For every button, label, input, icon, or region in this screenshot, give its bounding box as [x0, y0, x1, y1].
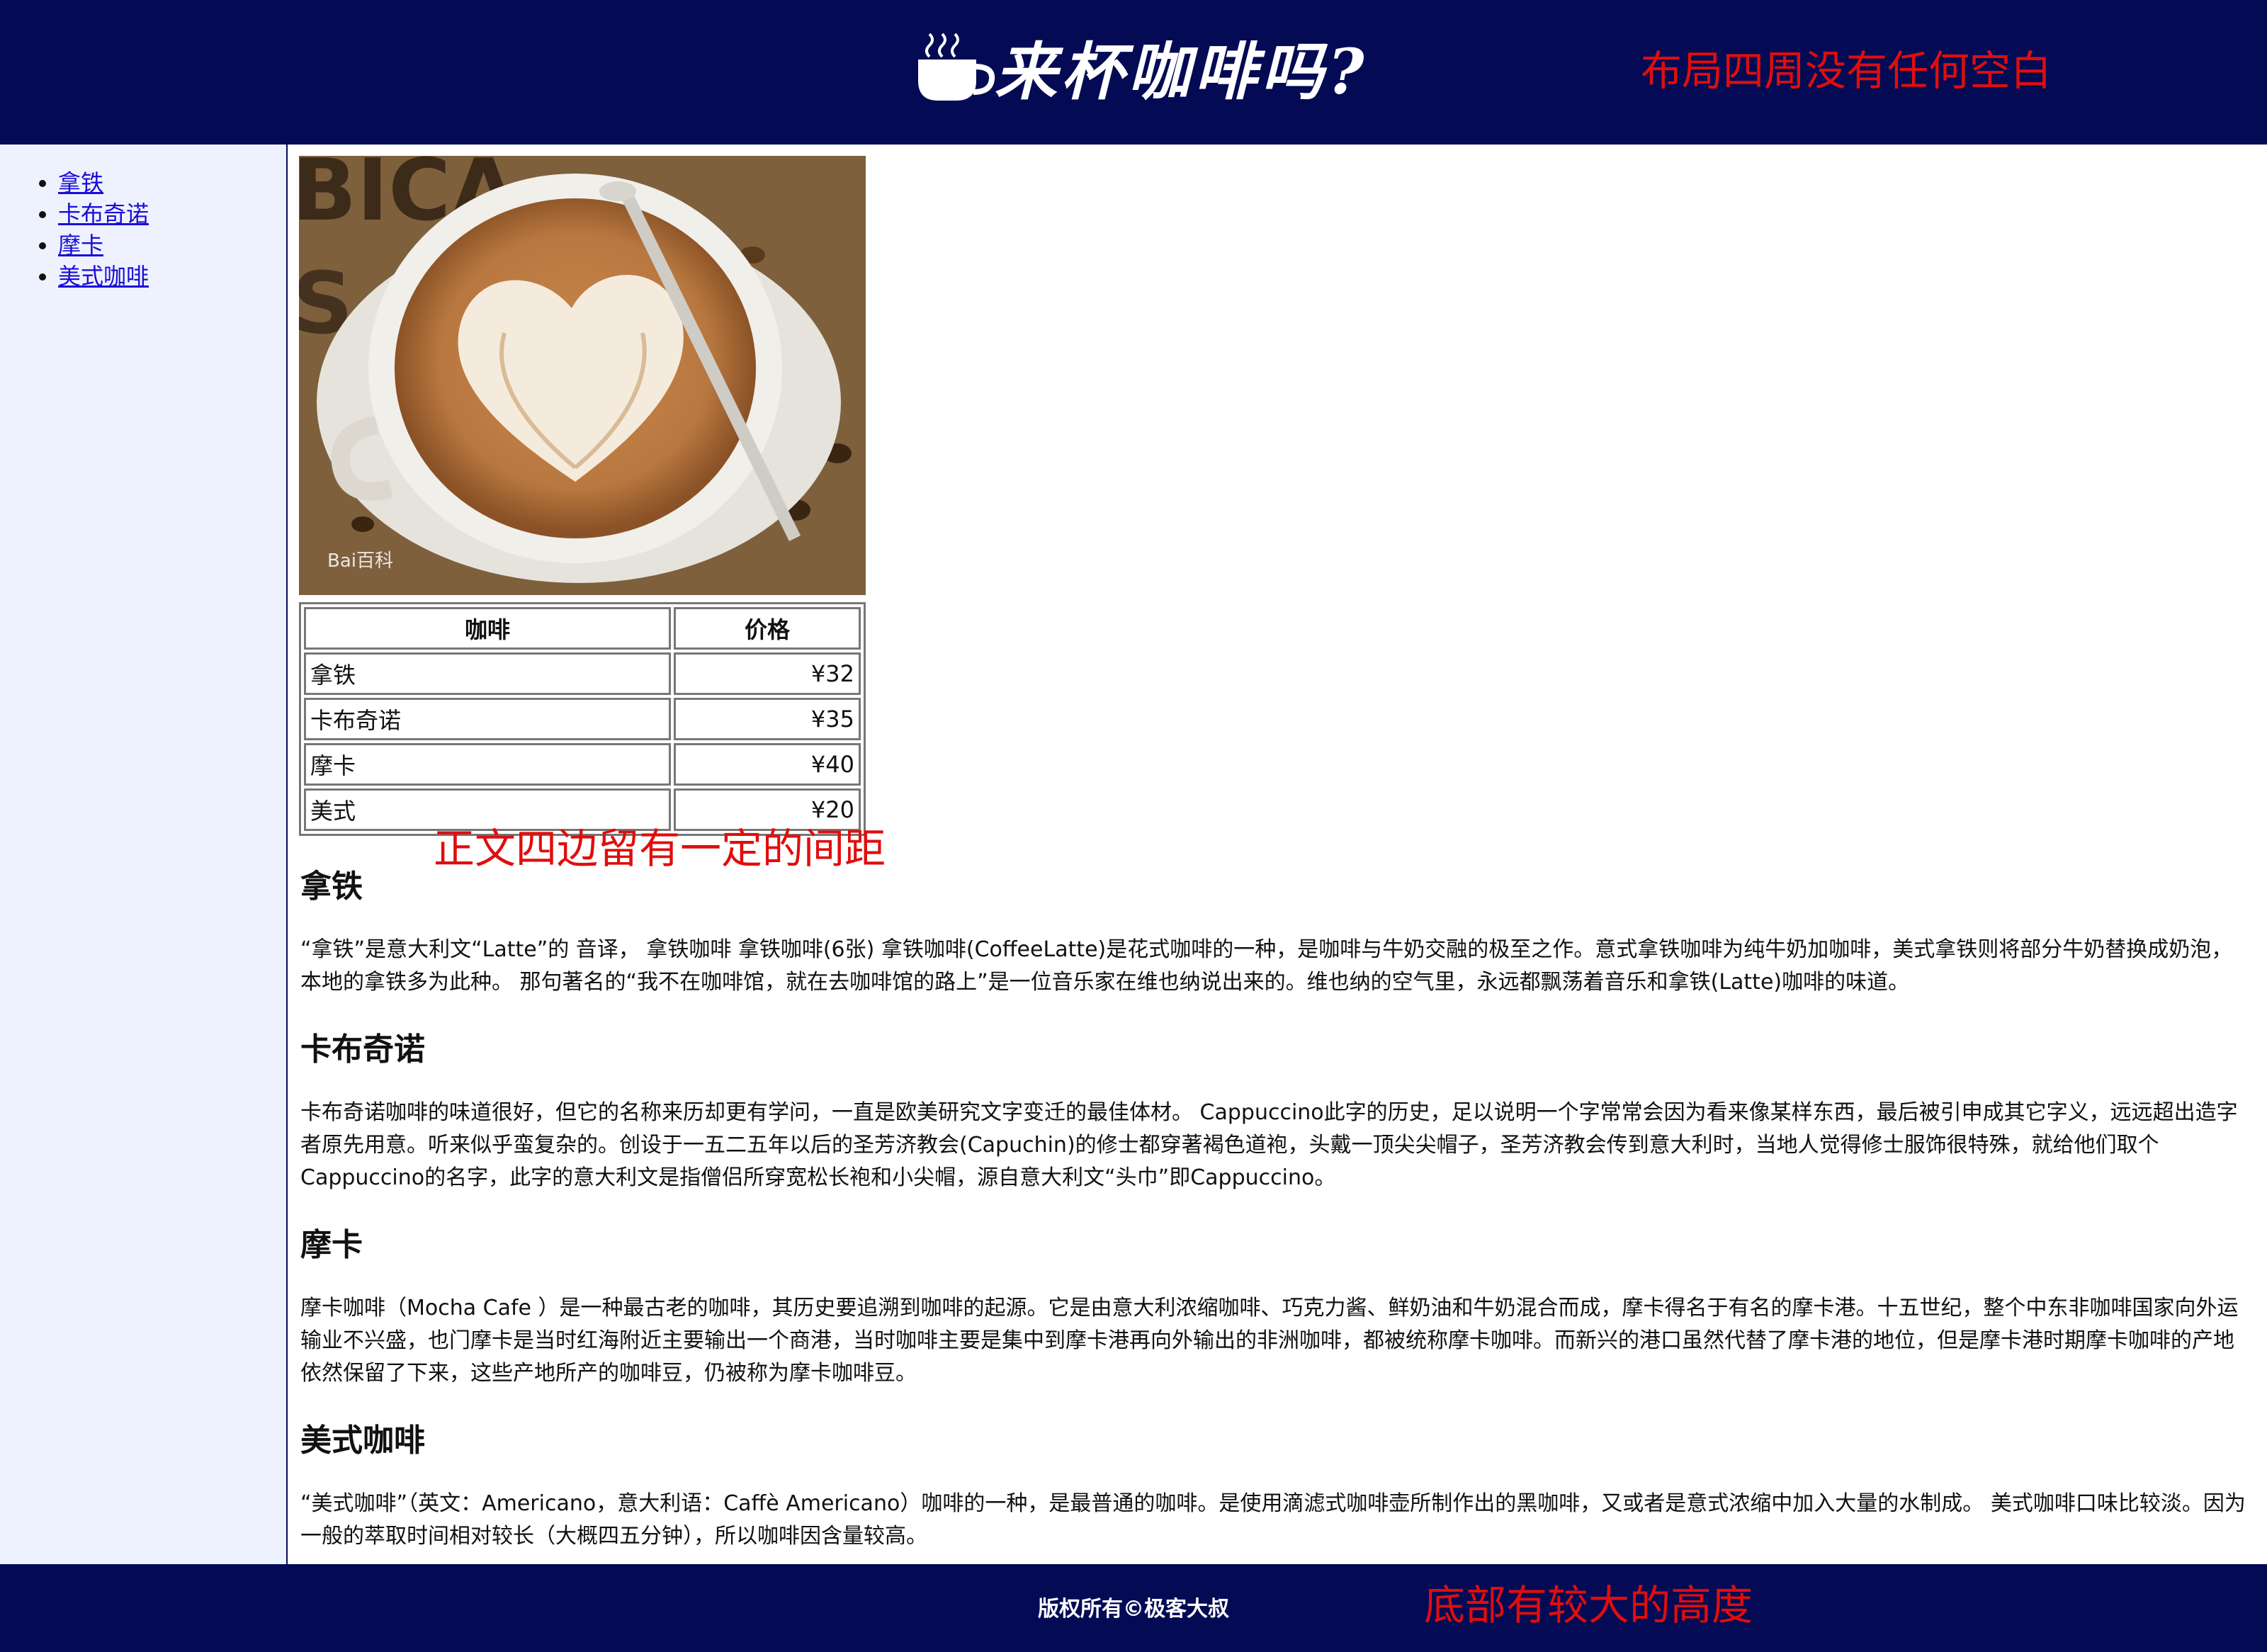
sidebar-item-cappuccino: 卡布奇诺	[58, 198, 286, 230]
sidebar-link-cappuccino[interactable]: 卡布奇诺	[58, 200, 149, 227]
column-header-coffee: 咖啡	[304, 607, 671, 650]
coffee-price-cell: ¥40	[674, 743, 861, 786]
body-annotation: 正文四边留有一定的间距	[434, 825, 886, 873]
image-watermark: Bai百科	[327, 550, 393, 572]
coffee-cup-icon	[918, 33, 995, 101]
coffee-name-cell: 摩卡	[304, 743, 671, 786]
footer-annotation: 底部有较大的高度	[1424, 1581, 1753, 1629]
table-row: 摩卡 ¥40	[304, 743, 861, 786]
sidebar: 拿铁 卡布奇诺 摩卡 美式咖啡	[0, 145, 288, 1564]
latte-art-photo: BICA S Bai百科	[299, 156, 866, 595]
sidebar-item-americano: 美式咖啡	[58, 261, 286, 292]
table-header-row: 咖啡 价格	[304, 607, 861, 650]
coffee-price-cell: ¥35	[674, 698, 861, 740]
section-text-latte: “拿铁”是意大利文“Latte”的 音译， 拿铁咖啡 拿铁咖啡(6张) 拿铁咖啡…	[300, 937, 2233, 995]
sidebar-link-latte[interactable]: 拿铁	[58, 169, 103, 196]
coffee-name-cell: 卡布奇诺	[304, 698, 671, 740]
page-title: 来杯咖啡吗?	[995, 35, 1369, 108]
coffee-price-cell: ¥32	[674, 652, 861, 695]
page-header: 来杯咖啡吗? 布局四周没有任何空白	[0, 0, 2267, 145]
section-title-americano: 美式咖啡	[300, 1422, 425, 1459]
section-text-cappuccino: 卡布奇诺咖啡的味道很好，但它的名称来历却更有学问，一直是欧美研究文字变迁的最佳体…	[300, 1100, 2238, 1190]
sidebar-link-mocha[interactable]: 摩卡	[58, 232, 103, 259]
sidebar-item-mocha: 摩卡	[58, 230, 286, 261]
section-text-mocha: 摩卡咖啡（Mocha Cafe ）是一种最古老的咖啡，其历史要追溯到咖啡的起源。…	[300, 1296, 2239, 1386]
column-header-price: 价格	[674, 607, 861, 650]
copyright-text: 版权所有©极客大叔	[1038, 1597, 1229, 1622]
price-table: 咖啡 价格 拿铁 ¥32 卡布奇诺 ¥35 摩卡 ¥40 美式 ¥20	[299, 602, 866, 836]
header-annotation: 布局四周没有任何空白	[1641, 47, 2052, 95]
table-row: 卡布奇诺 ¥35	[304, 698, 861, 740]
page-footer: 版权所有©极客大叔 底部有较大的高度	[0, 1564, 2267, 1652]
sidebar-nav: 拿铁 卡布奇诺 摩卡 美式咖啡	[0, 145, 286, 292]
section-title-mocha: 摩卡	[300, 1227, 363, 1263]
section-text-americano: “美式咖啡”（英文：Americano，意大利语：Caffè Americano…	[300, 1491, 2246, 1549]
coffee-name-cell: 拿铁	[304, 652, 671, 695]
sidebar-link-americano[interactable]: 美式咖啡	[58, 263, 149, 290]
sidebar-item-latte: 拿铁	[58, 167, 286, 198]
section-title-cappuccino: 卡布奇诺	[300, 1031, 425, 1068]
table-row: 拿铁 ¥32	[304, 652, 861, 695]
